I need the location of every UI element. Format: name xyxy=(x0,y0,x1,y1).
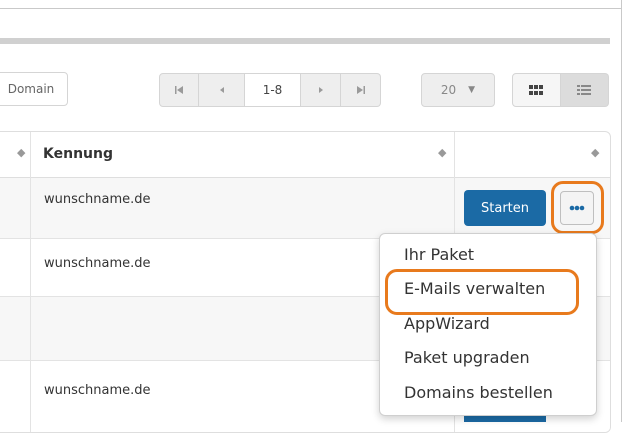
per-page-select[interactable]: 20 ▼ xyxy=(421,73,495,107)
menu-item-appwizard[interactable]: AppWizard xyxy=(404,314,490,333)
kennung-cell: wunschname.de xyxy=(44,383,151,398)
prev-page-icon xyxy=(219,87,224,93)
last-page-icon xyxy=(356,86,365,94)
window-top-border xyxy=(0,0,622,9)
menu-item-ihr-paket[interactable]: Ihr Paket xyxy=(404,245,474,264)
start-button[interactable]: Starten xyxy=(464,190,546,226)
view-toggle xyxy=(512,73,609,107)
domain-button-label: Domain xyxy=(7,82,55,96)
more-options-menu: Ihr Paket E-Mails verwalten AppWizard Pa… xyxy=(379,233,597,416)
column-divider xyxy=(30,132,31,432)
page-range: 1-8 xyxy=(245,73,301,107)
next-page-icon xyxy=(318,87,323,93)
kennung-cell: wunschname.de xyxy=(44,192,151,207)
menu-item-domains-bestellen[interactable]: Domains bestellen xyxy=(404,383,553,402)
pagination: 1-8 xyxy=(159,73,381,107)
kennung-cell: wunschname.de xyxy=(44,256,151,271)
add-domain-button[interactable]: Domain xyxy=(0,72,68,106)
per-page-value: 20 xyxy=(440,83,457,97)
column-header-kennung[interactable]: Kennung xyxy=(43,146,113,162)
menu-item-paket-upgraden[interactable]: Paket upgraden xyxy=(404,348,530,367)
first-page-button[interactable] xyxy=(159,73,199,107)
highlight-emails-item xyxy=(385,269,579,315)
start-button-label: Starten xyxy=(481,200,529,216)
prev-page-button[interactable] xyxy=(199,73,245,107)
list-icon xyxy=(577,85,592,95)
table-header: ◆ Kennung ◆ ◆ xyxy=(0,132,610,178)
sort-icon[interactable]: ◆ xyxy=(591,146,599,159)
last-page-button[interactable] xyxy=(341,73,381,107)
grid-icon xyxy=(529,85,544,95)
grid-view-button[interactable] xyxy=(512,73,561,107)
next-page-button[interactable] xyxy=(301,73,341,107)
list-view-button[interactable] xyxy=(560,73,609,107)
chevron-down-icon: ▼ xyxy=(468,85,476,95)
top-strip xyxy=(0,38,610,44)
first-page-icon xyxy=(175,86,183,94)
sort-icon[interactable]: ◆ xyxy=(17,146,25,159)
sort-icon[interactable]: ◆ xyxy=(438,146,446,159)
highlight-more-button xyxy=(551,181,604,234)
page-range-label: 1-8 xyxy=(262,83,283,97)
